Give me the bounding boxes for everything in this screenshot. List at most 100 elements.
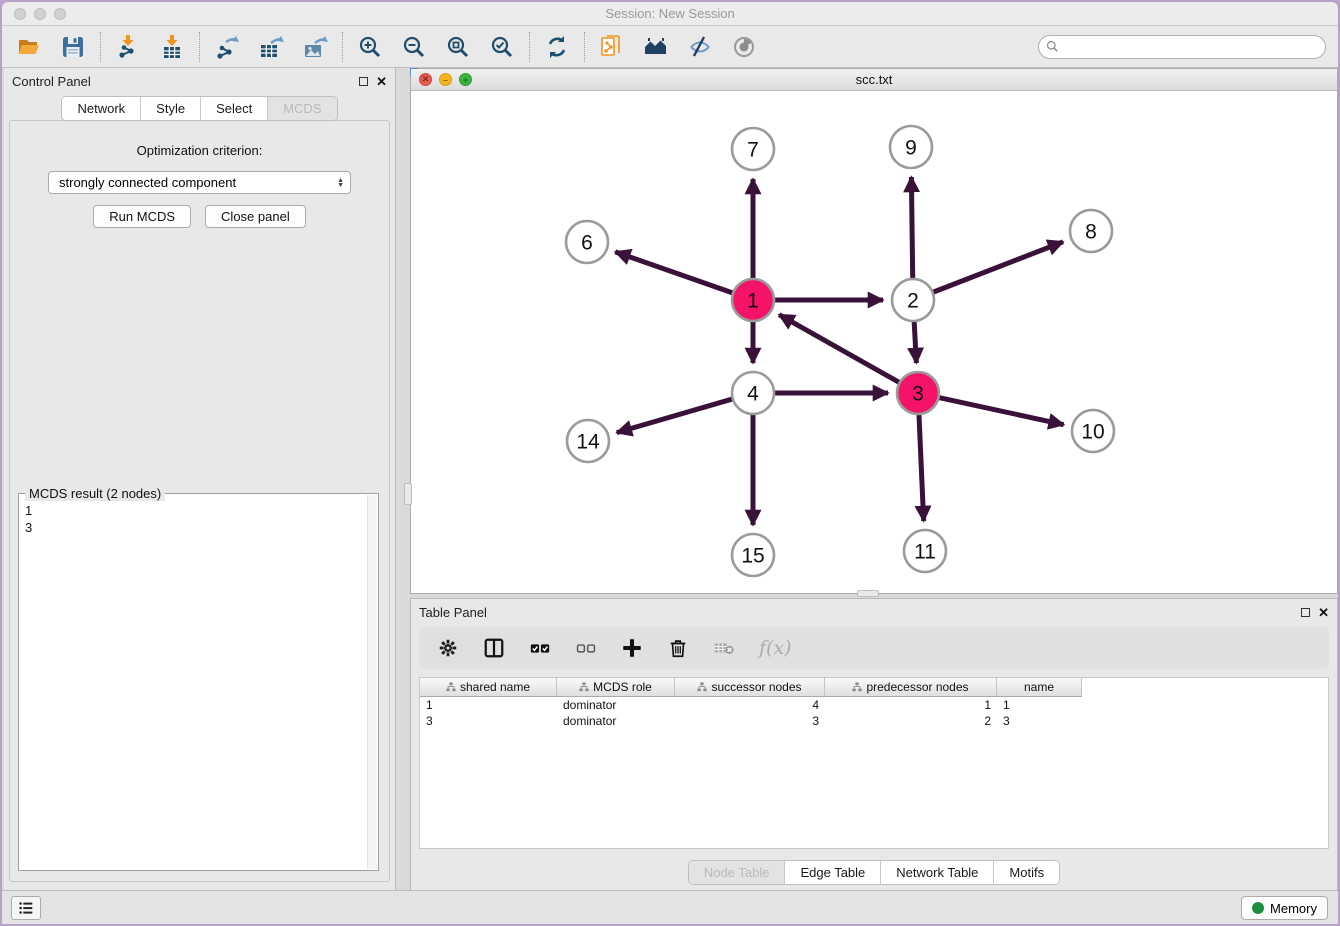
graph-edge-3-10[interactable] — [937, 397, 1064, 425]
tab-style[interactable]: Style — [141, 97, 201, 120]
mcds-result-title: MCDS result (2 nodes) — [25, 486, 165, 501]
svg-text:10: 10 — [1081, 421, 1104, 444]
cell[interactable]: 3 — [420, 713, 557, 729]
memory-status-icon — [1252, 902, 1264, 914]
graph-edge-4-14[interactable] — [617, 398, 735, 432]
table-panel: Table Panel ✕ f(x) shared nameMCDS roles… — [410, 598, 1338, 892]
status-bar: Memory — [2, 890, 1338, 924]
import-table-icon[interactable] — [159, 34, 185, 60]
graph-node-15[interactable]: 15 — [732, 534, 774, 576]
delete-table-icon — [713, 637, 735, 659]
cell[interactable]: dominator — [557, 697, 675, 713]
export-image-icon[interactable] — [302, 34, 328, 60]
graph-edge-1-6[interactable] — [615, 252, 735, 294]
cell[interactable]: dominator — [557, 713, 675, 729]
float-table-panel-icon[interactable] — [1301, 608, 1310, 617]
tab-node-table[interactable]: Node Table — [689, 861, 786, 884]
export-table-icon[interactable] — [258, 34, 284, 60]
search-input[interactable] — [1059, 37, 1325, 57]
optimization-criterion-select[interactable]: strongly connected component ▲▼ — [48, 171, 351, 194]
memory-button[interactable]: Memory — [1241, 896, 1328, 920]
graph-node-1[interactable]: 1 — [732, 279, 774, 321]
zoom-fit-icon[interactable] — [445, 34, 471, 60]
graph-node-6[interactable]: 6 — [566, 221, 608, 263]
horizontal-scrollbar-thumb[interactable] — [857, 590, 879, 597]
graph-node-7[interactable]: 7 — [732, 128, 774, 170]
svg-text:1: 1 — [747, 290, 759, 313]
cell[interactable]: 3 — [997, 713, 1082, 729]
tab-edge-table[interactable]: Edge Table — [785, 861, 881, 884]
cell[interactable]: 1 — [420, 697, 557, 713]
columns-icon[interactable] — [483, 637, 505, 659]
export-network-icon[interactable] — [214, 34, 240, 60]
graph-node-8[interactable]: 8 — [1070, 210, 1112, 252]
cell[interactable]: 1 — [997, 697, 1082, 713]
settings-icon[interactable] — [437, 637, 459, 659]
import-network-icon[interactable] — [115, 34, 141, 60]
svg-text:14: 14 — [576, 431, 600, 454]
graph-edge-3-11[interactable] — [919, 412, 924, 521]
open-file-icon[interactable] — [16, 34, 42, 60]
save-session-icon[interactable] — [60, 34, 86, 60]
tab-network-table[interactable]: Network Table — [881, 861, 994, 884]
graph-node-10[interactable]: 10 — [1072, 410, 1114, 452]
select-all-icon[interactable] — [529, 637, 551, 659]
add-icon[interactable] — [621, 637, 643, 659]
task-history-button[interactable] — [11, 896, 41, 920]
vertical-scrollbar-thumb[interactable] — [404, 483, 412, 505]
control-panel-title: Control Panel — [12, 74, 91, 89]
network-canvas[interactable]: 7 9 6 8 1 2 4 3 14 10 15 11 — [411, 91, 1337, 593]
graph-edge-3-1[interactable] — [779, 315, 901, 384]
function-icon: f(x) — [759, 637, 792, 659]
graph-edge-2-9[interactable] — [911, 177, 912, 281]
graph-node-9[interactable]: 9 — [890, 126, 932, 168]
hide-graphics-details-icon[interactable] — [687, 34, 713, 60]
zoom-in-icon[interactable] — [357, 34, 383, 60]
graph-node-14[interactable]: 14 — [567, 420, 609, 462]
table-panel-header: Table Panel ✕ — [411, 599, 1337, 625]
column-header-name[interactable]: name — [997, 678, 1082, 697]
tab-select[interactable]: Select — [201, 97, 268, 120]
close-panel-icon[interactable]: ✕ — [376, 75, 387, 88]
delete-icon[interactable] — [667, 637, 689, 659]
cell[interactable]: 4 — [675, 697, 825, 713]
graph-node-2[interactable]: 2 — [892, 279, 934, 321]
search-field[interactable] — [1038, 35, 1326, 59]
table-row[interactable]: 1dominator411 — [420, 697, 1328, 713]
tab-motifs[interactable]: Motifs — [994, 861, 1059, 884]
mcds-result-text[interactable]: 1 3 — [25, 502, 366, 868]
table-tabs: Node TableEdge TableNetwork TableMotifs — [411, 860, 1337, 885]
column-header-shared-name[interactable]: shared name — [420, 678, 557, 697]
svg-text:3: 3 — [912, 383, 924, 406]
zoom-out-icon[interactable] — [401, 34, 427, 60]
float-panel-icon[interactable] — [359, 77, 368, 86]
cell[interactable]: 2 — [825, 713, 997, 729]
column-header-MCDS-role[interactable]: MCDS role — [557, 678, 675, 697]
close-panel-button[interactable]: Close panel — [205, 205, 306, 228]
graph-node-11[interactable]: 11 — [904, 530, 946, 572]
zoom-selected-icon[interactable] — [489, 34, 515, 60]
column-header-successor-nodes[interactable]: successor nodes — [675, 678, 825, 697]
titlebar: Session: New Session — [2, 2, 1338, 26]
table-row[interactable]: 3dominator323 — [420, 713, 1328, 729]
show-graphics-details-icon[interactable] — [731, 34, 757, 60]
home-icon[interactable] — [643, 34, 669, 60]
deselect-all-icon[interactable] — [575, 637, 597, 659]
refresh-icon[interactable] — [544, 34, 570, 60]
network-from-document-icon[interactable] — [599, 34, 625, 60]
graph-node-3[interactable]: 3 — [897, 372, 939, 414]
cell[interactable]: 3 — [675, 713, 825, 729]
tab-mcds[interactable]: MCDS — [268, 97, 336, 120]
run-mcds-button[interactable]: Run MCDS — [93, 205, 191, 228]
network-window-titlebar: ✕ – + scc.txt — [411, 69, 1337, 91]
mcds-result-box: MCDS result (2 nodes) 1 3 — [18, 493, 379, 871]
graph-edge-2-3[interactable] — [914, 319, 916, 363]
column-header-predecessor-nodes[interactable]: predecessor nodes — [825, 678, 997, 697]
result-scrollbar[interactable] — [367, 495, 377, 869]
tab-network[interactable]: Network — [62, 97, 141, 120]
close-table-panel-icon[interactable]: ✕ — [1318, 606, 1329, 619]
graph-node-4[interactable]: 4 — [732, 372, 774, 414]
cell[interactable]: 1 — [825, 697, 997, 713]
graph-edge-2-8[interactable] — [931, 242, 1063, 293]
svg-text:2: 2 — [907, 290, 919, 313]
